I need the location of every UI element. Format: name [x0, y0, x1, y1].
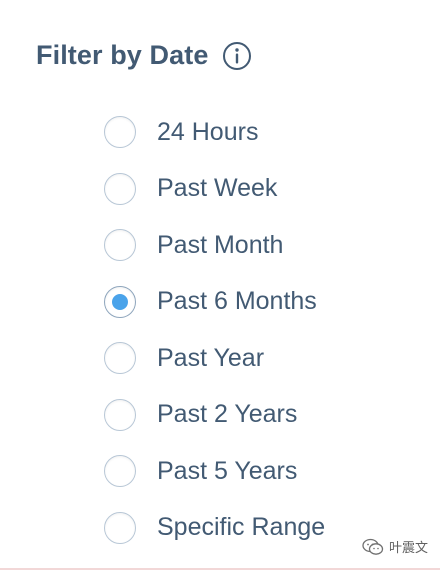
radio-button[interactable]	[104, 342, 136, 375]
filter-header: Filter by Date	[36, 40, 252, 71]
option-label: Specific Range	[157, 513, 326, 542]
radio-button[interactable]	[104, 229, 136, 262]
radio-button[interactable]	[104, 285, 136, 318]
option-label: Past 2 Years	[157, 400, 298, 429]
watermark-text: 叶震文	[388, 540, 428, 555]
option-past-year[interactable]: Past Year	[104, 330, 325, 387]
option-label: Past 6 Months	[157, 287, 317, 316]
filter-by-date-panel: Filter by Date 24 Hours Past Week Past M…	[0, 0, 440, 570]
radio-button[interactable]	[104, 116, 136, 149]
option-past-5-years[interactable]: Past 5 Years	[104, 443, 325, 500]
radio-dot	[112, 293, 128, 310]
radio-button[interactable]	[104, 455, 136, 488]
option-past-2-years[interactable]: Past 2 Years	[104, 387, 325, 444]
option-past-week[interactable]: Past Week	[104, 161, 325, 218]
option-specific-range[interactable]: Specific Range	[104, 500, 325, 557]
radio-button[interactable]	[104, 172, 136, 205]
option-past-month[interactable]: Past Month	[104, 217, 325, 274]
radio-button[interactable]	[104, 398, 136, 431]
option-label: Past Month	[157, 230, 284, 259]
info-circle-icon[interactable]	[222, 41, 252, 71]
option-24-hours[interactable]: 24 Hours	[104, 104, 325, 161]
radio-button[interactable]	[104, 511, 136, 544]
watermark: 叶震文	[362, 537, 428, 556]
option-label: 24 Hours	[157, 117, 259, 146]
option-label: Past Week	[157, 174, 278, 203]
date-filter-options: 24 Hours Past Week Past Month Past 6 Mon…	[104, 104, 325, 556]
option-label: Past 5 Years	[157, 456, 298, 485]
option-past-6-months[interactable]: Past 6 Months	[104, 274, 325, 331]
filter-title: Filter by Date	[36, 40, 209, 70]
option-label: Past Year	[157, 343, 265, 372]
wechat-icon	[362, 538, 384, 556]
